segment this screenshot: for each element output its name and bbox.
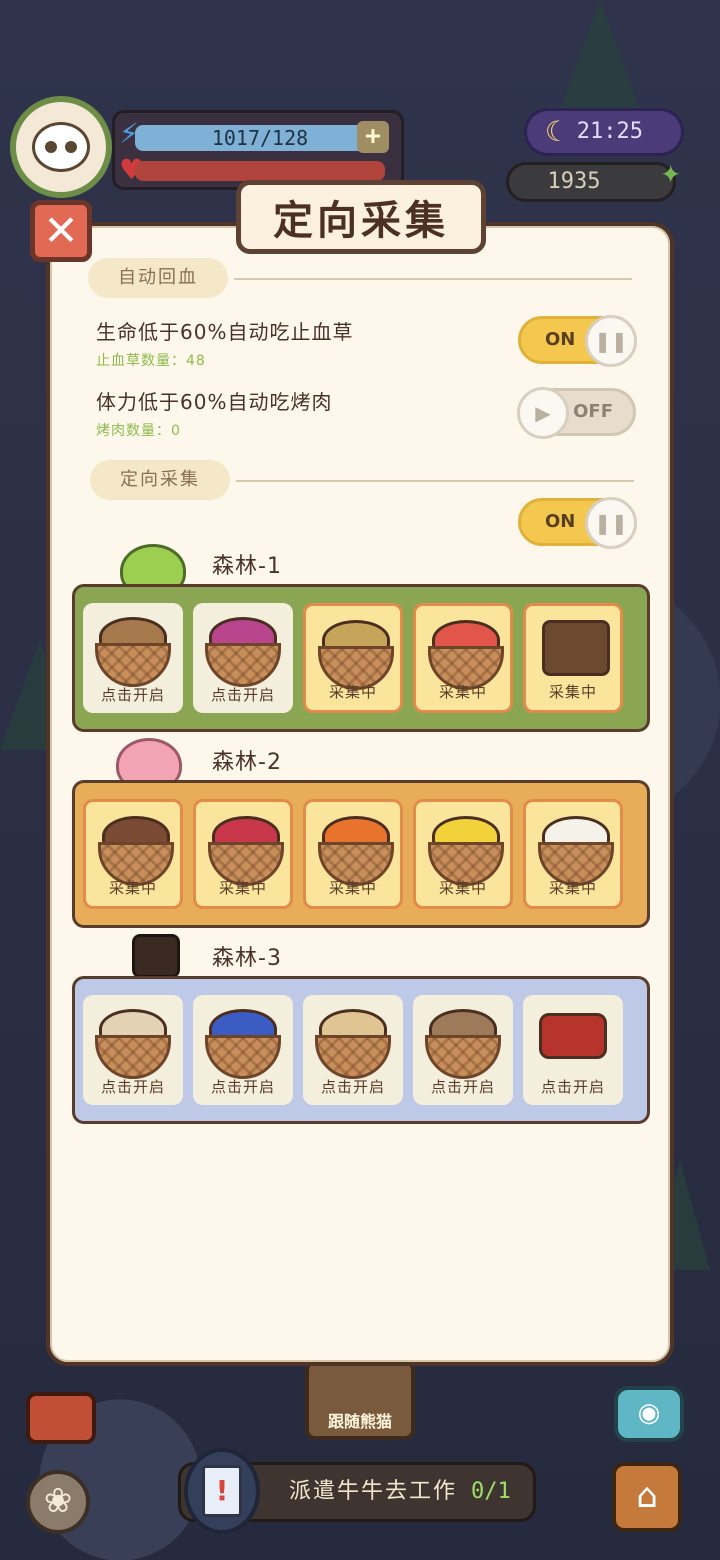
slot-status: 采集中 [438,879,487,897]
toolbox-icon[interactable] [26,1392,96,1444]
add-energy-button[interactable]: + [357,121,389,153]
player-avatar[interactable] [10,96,112,198]
clipboard-icon[interactable]: ! [184,1448,260,1534]
energy-value: 1017/128 [211,126,309,150]
modal-title-banner: 定向采集 [236,180,486,254]
forest-3-slot-3[interactable]: 点击开启 [303,995,403,1105]
play-icon: ▶ [517,387,569,439]
slot-status: 点击开启 [100,686,165,704]
basket-icon [205,643,281,687]
toggle-state: ON [545,329,576,350]
forest-3-slot-4[interactable]: 点击开启 [413,995,513,1105]
stamina-auto-toggle[interactable]: ▶ OFF [517,387,636,439]
forest-2-slot-2[interactable]: 采集中 [193,799,293,909]
dispatch-label: 派遣牛牛去工作 [289,1479,458,1504]
slot-status: 采集中 [438,683,487,701]
follow-panda-button[interactable]: 跟随熊猫 [305,1360,415,1440]
divider [236,480,634,482]
forest-3-row: 点击开启 点击开启 点击开启 点击开启 点击开启 [72,976,650,1124]
modal-title: 定向采集 [273,197,449,244]
stamina-item-count: 烤肉数量：0 [96,423,181,439]
forest-1-slot-3[interactable]: 采集中 [303,603,403,713]
stump-icon [132,934,180,978]
pause-icon: ❚❚ [585,497,637,549]
close-button[interactable]: ✕ [30,200,92,262]
energy-bar: 1017/128 + [135,121,389,153]
forest-1-slot-2[interactable]: 点击开启 [193,603,293,713]
paw-icon[interactable]: ❀ [26,1470,90,1534]
auto-heal-tag: 自动回血 [88,258,228,298]
slot-status: 采集中 [328,879,377,897]
log-icon [542,620,610,676]
basket-icon [205,1035,281,1079]
forest-2-slot-4[interactable]: 采集中 [413,799,513,909]
forest-1-label: 森林-1 [212,554,282,579]
slot-status: 点击开启 [100,1078,165,1096]
basket-icon [315,1035,391,1079]
forest-1-slot-4[interactable]: 采集中 [413,603,513,713]
moon-icon: ☾ [545,115,562,148]
forest-2-label: 森林-2 [212,750,282,775]
forest-2-row: 采集中 采集中 采集中 采集中 采集中 [72,780,650,928]
slot-status: 点击开启 [540,1078,605,1096]
forest-3-slot-1[interactable]: 点击开启 [83,995,183,1105]
hp-auto-toggle[interactable]: ON ❚❚ [518,315,637,367]
clock-time: 21:25 [576,119,643,144]
dispatch-count: 0/1 [471,1479,511,1504]
forest-1-slot-1[interactable]: 点击开启 [83,603,183,713]
slot-status: 采集中 [548,683,597,701]
game-clock: ☾ 21:25 [524,108,684,156]
red-log-icon [539,1013,607,1059]
hp-setting-label: 生命低于60%自动吃止血草 [96,320,354,344]
hp-item-count: 止血草数量：48 [96,353,206,369]
forest-1-slot-5[interactable]: 采集中 [523,603,623,713]
directed-collect-toggle[interactable]: ON ❚❚ [518,497,637,549]
forest-3-slot-5[interactable]: 点击开启 [523,995,623,1105]
basket-icon [95,1035,171,1079]
slot-status: 点击开启 [320,1078,385,1096]
bamboo-counter: 1935 ✦ [506,155,681,202]
forest-3-label: 森林-3 [212,946,282,971]
slot-status: 采集中 [108,879,157,897]
basket-icon [95,643,171,687]
bamboo-icon: ✦ [660,152,681,192]
slot-status: 点击开启 [430,1078,495,1096]
status-bars: ⚡ 1017/128 + ♥ [112,110,404,190]
directed-collect-tag: 定向采集 [90,460,230,500]
forest-1-row: 点击开启 点击开启 采集中 采集中 采集中 [72,584,650,732]
basket-icon [425,1035,501,1079]
pause-icon: ❚❚ [585,315,637,367]
whistle-icon[interactable]: ◉ [614,1386,684,1442]
slot-status: 点击开启 [210,686,275,704]
health-bar [135,161,385,181]
slot-status: 采集中 [548,879,597,897]
slot-status: 采集中 [328,683,377,701]
forest-2-slot-5[interactable]: 采集中 [523,799,623,909]
toggle-state: OFF [573,401,613,422]
slot-status: 采集中 [218,879,267,897]
bamboo-count: 1935 [547,169,601,194]
house-icon[interactable]: ⌂ [612,1462,682,1532]
stamina-setting-label: 体力低于60%自动吃烤肉 [96,390,333,414]
tree-decoration [560,0,640,110]
forest-2-slot-3[interactable]: 采集中 [303,799,403,909]
divider [234,278,632,280]
forest-3-slot-2[interactable]: 点击开启 [193,995,293,1105]
toggle-state: ON [545,511,576,532]
forest-2-slot-1[interactable]: 采集中 [83,799,183,909]
slot-status: 点击开启 [210,1078,275,1096]
panda-face-icon [32,122,90,172]
